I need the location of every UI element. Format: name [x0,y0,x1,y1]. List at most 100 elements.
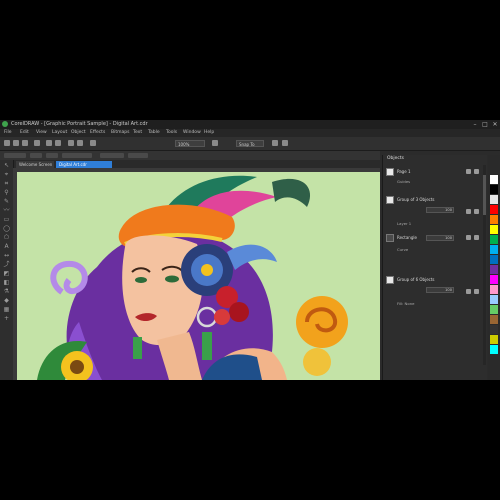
full-screen-icon[interactable] [212,140,218,146]
rectangle-tool-icon[interactable]: ▭ [3,216,10,223]
menu-edit[interactable]: Edit [20,129,29,137]
crop-tool-icon[interactable]: ⌗ [3,180,10,187]
menu-bitmaps[interactable]: Bitmaps [111,129,129,137]
layer-row[interactable]: Group of 6 Objects 100 [386,275,484,294]
save-icon[interactable] [22,140,28,146]
visibility-icon[interactable] [466,289,471,294]
scrollbar-thumb[interactable] [483,175,486,215]
layer-thumbnail [386,276,394,284]
layer-row[interactable]: Rectangle 100 [386,233,484,243]
launch-icon[interactable] [282,140,288,146]
redo-icon[interactable] [55,140,61,146]
left-earring [133,337,142,359]
orientation-buttons[interactable] [62,153,92,158]
freehand-tool-icon[interactable]: ✎ [3,198,10,205]
color-swatch[interactable] [490,265,498,274]
purple-swirl [50,260,88,295]
page-height-field[interactable] [46,153,58,158]
text-tool-icon[interactable]: A [3,243,10,250]
zoom-tool-icon[interactable]: ⚲ [3,189,10,196]
pick-tool-icon[interactable]: ↖ [3,162,10,169]
menu-file[interactable]: File [4,129,12,137]
layer-row[interactable]: Group of 3 Objects 100 [386,195,484,214]
ellipse-tool-icon[interactable]: ◯ [3,225,10,232]
units-field[interactable] [100,153,124,158]
import-icon[interactable] [68,140,74,146]
color-swatch[interactable] [490,225,498,234]
eyedropper-tool-icon[interactable]: ⚗ [3,288,10,295]
page-size-field[interactable] [4,153,26,158]
layer-row[interactable]: Page 1 [386,167,484,177]
menu-help[interactable]: Help [204,129,214,137]
color-swatch[interactable] [490,245,498,254]
smart-fill-icon[interactable]: ▦ [3,306,10,313]
menu-tools[interactable]: Tools [166,129,177,137]
color-swatch[interactable] [490,205,498,214]
menu-object[interactable]: Object [71,129,86,137]
tab-digital-art[interactable]: Digital Art.cdr [56,161,112,168]
lock-icon[interactable] [474,169,479,174]
color-swatch[interactable] [490,175,498,184]
menu-layout[interactable]: Layout [52,129,67,137]
color-swatch[interactable] [490,325,498,334]
color-swatch[interactable] [490,235,498,244]
color-swatch[interactable] [490,295,498,304]
connector-tool-icon[interactable]: ⤴ [3,261,10,268]
color-swatch[interactable] [490,185,498,194]
visibility-icon[interactable] [466,169,471,174]
export-icon[interactable] [77,140,83,146]
nudge-field[interactable] [128,153,148,158]
snap-to-combo[interactable]: Snap To [236,140,264,147]
docker-scrollbar[interactable] [483,165,486,365]
menu-effects[interactable]: Effects [90,129,105,137]
minimize-button[interactable]: – [470,120,480,129]
drawing-canvas[interactable] [17,172,380,380]
visibility-icon[interactable] [466,209,471,214]
artistic-media-icon[interactable]: 〰 [3,207,10,214]
options-icon[interactable] [272,140,278,146]
close-button[interactable]: ✕ [490,120,500,129]
color-swatch[interactable] [490,345,498,354]
color-swatch[interactable] [490,215,498,224]
color-swatch[interactable] [490,305,498,314]
visibility-icon[interactable] [466,235,471,240]
open-icon[interactable] [13,140,19,146]
color-swatch[interactable] [490,255,498,264]
tab-welcome-screen[interactable]: Welcome Screen [16,161,54,168]
rose-3 [214,309,230,325]
layer-label: Group of 6 Objects [397,277,435,282]
menu-bar: File Edit View Layout Object Effects Bit… [0,129,500,137]
color-palette [488,155,500,380]
color-swatch[interactable] [490,195,498,204]
lock-icon[interactable] [474,235,479,240]
color-swatch[interactable] [490,285,498,294]
menu-text[interactable]: Text [133,129,142,137]
menu-view[interactable]: View [36,129,47,137]
drop-shadow-icon[interactable]: ◩ [3,270,10,277]
opacity-field[interactable]: 100 [426,235,454,241]
add-tool-icon[interactable]: + [3,315,10,322]
shape-tool-icon[interactable]: ⌖ [3,171,10,178]
maximize-button[interactable]: □ [480,120,490,129]
polygon-tool-icon[interactable]: ⬠ [3,234,10,241]
new-document-icon[interactable] [4,140,10,146]
opacity-field[interactable]: 100 [426,207,454,213]
transparency-tool-icon[interactable]: ◧ [3,279,10,286]
print-icon[interactable] [34,140,40,146]
menu-window[interactable]: Window [183,129,201,137]
publish-pdf-icon[interactable] [90,140,96,146]
lock-icon[interactable] [474,209,479,214]
zoom-level-combo[interactable]: 100% [175,140,205,147]
color-swatch[interactable] [490,335,498,344]
menu-table[interactable]: Table [148,129,160,137]
horn-ornament [227,244,277,270]
interactive-fill-icon[interactable]: ◆ [3,297,10,304]
color-swatch[interactable] [490,275,498,284]
page-width-field[interactable] [30,153,42,158]
color-swatch[interactable] [490,315,498,324]
opacity-field[interactable]: 100 [426,287,454,293]
parallel-dimension-icon[interactable]: ↔ [3,252,10,259]
lock-icon[interactable] [474,289,479,294]
objects-docker: Objects Page 1 Guides Group of 3 Objects… [382,155,487,380]
undo-icon[interactable] [46,140,52,146]
